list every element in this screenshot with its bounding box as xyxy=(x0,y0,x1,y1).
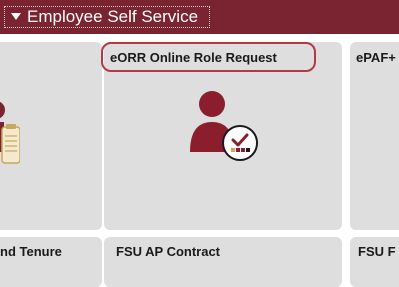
tile-fsu-partial[interactable]: FSU F xyxy=(350,237,399,287)
section-title-label: Employee Self Service xyxy=(27,7,199,26)
tile-tenure[interactable]: nd Tenure xyxy=(0,237,102,287)
tile-fsu-ap-contract[interactable]: FSU AP Contract xyxy=(104,237,342,287)
triangle-down-icon xyxy=(11,13,21,21)
checkmark-badge-icon xyxy=(222,125,258,161)
tile-left-partial[interactable] xyxy=(0,42,102,230)
tile-title: ePAF+ xyxy=(356,50,396,65)
tile-title: nd Tenure xyxy=(0,244,62,259)
clipboard-person-icon xyxy=(0,100,21,169)
header-bar: Employee Self Service xyxy=(0,0,399,34)
tile-title: FSU AP Contract xyxy=(116,244,221,259)
tile-title: FSU F xyxy=(358,244,396,259)
tile-epaf[interactable]: ePAF+ xyxy=(350,42,399,230)
section-collapse-toggle[interactable]: Employee Self Service xyxy=(4,6,210,28)
tile-title: eORR Online Role Request xyxy=(110,50,277,65)
